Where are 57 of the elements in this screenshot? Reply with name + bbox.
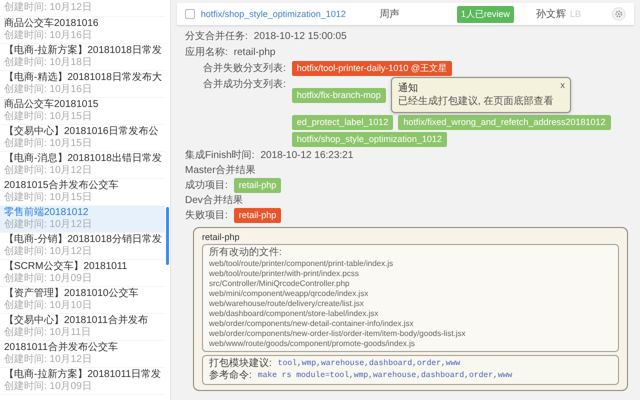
command-text: make rs module=tool,wmp,warehouse,dashboard,order,www bbox=[258, 370, 512, 382]
sidebar-item[interactable]: 【电商-消息】20181018出错日常发 创建时间: 10月12日 bbox=[0, 152, 165, 179]
section-heading: Dev合并结果 bbox=[185, 194, 243, 207]
reviewer-name: 孙文辉 bbox=[536, 8, 566, 21]
sidebar-item[interactable]: 【资产管理】20181010公交车 创建时间: 10月10日 bbox=[0, 287, 165, 314]
sidebar-item[interactable]: 【电商-拉新方案】20181018日常发 创建时间: 10月18日 bbox=[0, 44, 165, 71]
file-path: web/order/components/new-detail-container-info/index.jsx bbox=[209, 319, 415, 329]
field-label: 集成Finish时间: bbox=[185, 148, 254, 163]
field-label: 合并失败分支列表: bbox=[203, 62, 286, 76]
sidebar-item[interactable]: 20181011合并发布公交车 创建时间: 10月12日 bbox=[0, 341, 165, 368]
field-label: 分支合并任务: bbox=[185, 30, 248, 44]
field-label: 合并成功分支列表: bbox=[203, 78, 286, 92]
file-path: web/www/route/goods/component/promote-goods/index.js bbox=[209, 339, 416, 349]
branch-tag: hotfix/tool-printer-daily-1010 @王文星 bbox=[292, 61, 452, 76]
sidebar-item[interactable]: 商品公交车20181016 创建时间: 10月16日 bbox=[0, 17, 165, 44]
file-path: src/Controller/MiniQrcodeController.php bbox=[209, 279, 350, 289]
file-path: web/tool/route/printer/with-print/index.pcss bbox=[209, 269, 360, 279]
checkbox[interactable] bbox=[185, 9, 195, 19]
review-badge: 1人已review bbox=[456, 6, 514, 22]
file-path: web/warehouse/route/delivery/create/list.jsx bbox=[209, 299, 365, 309]
sidebar-item[interactable]: 商品公交车20181015 创建时间: 10月15日 bbox=[0, 98, 165, 125]
file-path: web/order/components/new-order-list/order-item/item-body/goods-list.jsx bbox=[209, 329, 467, 339]
notification-title: 通知 bbox=[398, 82, 418, 95]
project-tag: retail-php bbox=[234, 208, 282, 223]
close-button[interactable]: x bbox=[560, 80, 565, 90]
notification-message: 已经生成打包建议, 在页面底部查看 bbox=[398, 95, 554, 108]
sidebar-item[interactable]: 【电商-精选】20181018日常发布大 创建时间: 10月16日 bbox=[0, 71, 165, 98]
sidebar-item[interactable]: 【交易中心】20181016日常发布公 创建时间: 10月15日 bbox=[0, 125, 165, 152]
branch-tag: ed_protect_label_1012 bbox=[292, 115, 394, 130]
section-heading: Master合并结果 bbox=[185, 164, 256, 177]
sidebar-item[interactable]: 零售前端20181012 创建时间: 10月12日 bbox=[0, 206, 165, 233]
field-value: 2018-10-12 15:00:05 bbox=[254, 30, 347, 43]
file-list-heading: 所有改动的文件: bbox=[209, 247, 283, 259]
field-label: 应用名称: bbox=[185, 46, 228, 60]
suggestion-label: 打包模块建议: bbox=[209, 358, 272, 370]
file-path: web/mini/component/weapp/qrcode/index.jsx bbox=[209, 289, 370, 299]
project-tag: retail-php bbox=[234, 178, 282, 193]
field-value: 2018-10-12 16:23:21 bbox=[260, 149, 354, 162]
scrollbar-thumb[interactable] bbox=[166, 207, 169, 265]
file-path: web/tool/route/printer/component/print-table/index.js bbox=[209, 259, 394, 269]
branch-tag: hotfix/shop_style_optimization_1012 bbox=[292, 132, 447, 147]
field-label: 成功项目: bbox=[185, 178, 228, 193]
branch-tag: hotfix/fix-branch-mop bbox=[292, 88, 386, 102]
file-path: web/dashboard/component/store-label/index.jsx bbox=[209, 309, 380, 319]
panel-title: retail-php bbox=[202, 231, 241, 243]
branch-tag: hotfix/fixed_wrong_and_refetch_address20181012 bbox=[398, 115, 611, 130]
sidebar-item[interactable]: 【电商-拉新方案】20181011日常发 创建时间: 10月09日 bbox=[0, 368, 165, 395]
field-value: retail-php bbox=[234, 46, 276, 59]
author-name: 周声 bbox=[380, 8, 401, 21]
branch-link[interactable]: hotfix/shop_style_optimization_1012 bbox=[200, 9, 380, 19]
suggestion-label: 参考命令: bbox=[209, 370, 252, 382]
sidebar-item[interactable]: 【电商-分销】20181018分销日常发 创建时间: 10月12日 bbox=[0, 233, 165, 260]
sidebar-item[interactable]: 【交易中心】20181011合并发布 创建时间: 10月11日 bbox=[0, 314, 165, 341]
settings-icon[interactable] bbox=[612, 7, 626, 21]
command-text: tool,wmp,warehouse,dashboard,order,www bbox=[278, 358, 460, 370]
field-label: 失败项目: bbox=[185, 208, 228, 223]
sidebar-item[interactable]: 【SCRM公交车】20181011 创建时间: 10月09日 bbox=[0, 260, 165, 287]
